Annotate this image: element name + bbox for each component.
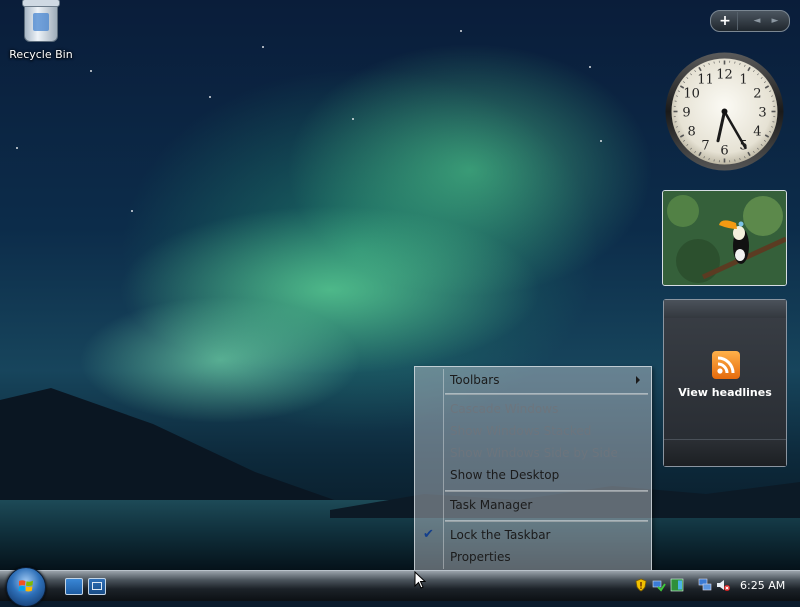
menu-item-label: Lock the Taskbar	[450, 528, 551, 542]
star	[600, 140, 602, 142]
clock-numeral: 3	[758, 106, 766, 121]
menu-item-label: Cascade Windows	[450, 402, 558, 416]
view-headlines-link[interactable]: View headlines	[664, 386, 786, 399]
taskbar[interactable]: 6:25 AM	[0, 570, 800, 601]
bin-lid	[22, 0, 60, 7]
menu-item-show-the-desktop[interactable]: Show the Desktop	[450, 465, 559, 485]
feed-footer-bar	[664, 439, 786, 466]
network-icon[interactable]	[652, 578, 666, 592]
menu-item-show-windows-side-by-side[interactable]: Show Windows Side by Side	[450, 443, 618, 463]
volume-muted-icon[interactable]	[716, 578, 730, 592]
menu-item-label: Show Windows Stacked	[450, 424, 591, 438]
recycle-bin-icon	[24, 2, 58, 42]
sidebar-icon[interactable]	[670, 578, 684, 592]
menu-separator	[445, 490, 648, 492]
toucan-photo	[663, 191, 786, 285]
clock-numeral: 4	[753, 125, 761, 140]
menu-item-task-manager[interactable]: Task Manager	[450, 495, 532, 515]
menu-item-label: Properties	[450, 550, 511, 564]
clock-numeral: 12	[716, 68, 733, 83]
star	[589, 66, 591, 68]
clock-numeral: 8	[687, 125, 695, 140]
clock-numeral: 9	[682, 106, 690, 121]
checkmark-icon: ✔	[423, 527, 434, 542]
clock-numeral: 11	[697, 73, 714, 88]
previous-page-icon[interactable]: ◄	[749, 13, 765, 29]
feed-header-bar	[664, 300, 786, 318]
clock-numeral: 6	[720, 144, 728, 159]
clock-numeral: 1	[739, 73, 747, 88]
rss-icon	[712, 351, 740, 379]
menu-item-label: Show Windows Side by Side	[450, 446, 618, 460]
feed-headlines-gadget[interactable]: View headlines	[663, 299, 787, 467]
mountain-silhouette	[0, 388, 340, 508]
star	[460, 30, 462, 32]
clock-numeral: 7	[701, 138, 709, 153]
clock-center	[722, 109, 728, 115]
show-desktop-icon[interactable]	[65, 578, 83, 595]
network-connection-icon[interactable]	[698, 578, 712, 592]
menu-item-lock-the-taskbar[interactable]: Lock the Taskbar	[450, 525, 551, 545]
clock-numeral: 10	[683, 87, 700, 102]
desktop-icon-label: Recycle Bin	[8, 48, 74, 61]
notification-area: 6:25 AM	[630, 573, 800, 599]
clock-gadget[interactable]: 121234567891011	[664, 51, 785, 172]
submenu-arrow-icon	[636, 376, 640, 384]
menu-separator	[445, 520, 648, 522]
menu-item-show-windows-stacked[interactable]: Show Windows Stacked	[450, 421, 591, 441]
star	[209, 96, 211, 98]
switch-windows-icon[interactable]	[88, 578, 106, 595]
star	[352, 118, 354, 120]
desktop-icon-recycle-bin[interactable]: Recycle Bin	[8, 2, 74, 61]
add-gadget-button[interactable]: +	[713, 12, 738, 30]
menu-item-label: Task Manager	[450, 498, 532, 512]
menu-item-toolbars[interactable]: Toolbars	[450, 370, 650, 390]
slideshow-gadget[interactable]	[662, 190, 787, 286]
star	[90, 70, 92, 72]
star	[16, 147, 18, 149]
clock-numeral: 2	[753, 87, 761, 102]
menu-separator	[445, 393, 648, 395]
menu-item-label: Toolbars	[450, 373, 499, 387]
menu-icon-gutter	[443, 369, 444, 569]
security-alert-icon[interactable]	[634, 578, 648, 592]
menu-item-cascade-windows[interactable]: Cascade Windows	[450, 399, 558, 419]
mouse-pointer-icon	[414, 571, 426, 589]
taskbar-context-menu: Toolbars Cascade Windows Show Windows St…	[414, 366, 652, 570]
desktop[interactable]: Recycle Bin + ◄ ► 12	[0, 0, 800, 570]
windows-logo-icon	[18, 578, 34, 594]
next-page-icon[interactable]: ►	[767, 13, 783, 29]
menu-item-properties[interactable]: Properties	[450, 547, 511, 567]
menu-item-label: Show the Desktop	[450, 468, 559, 482]
clock-face: 121234567891011	[664, 51, 785, 172]
taskbar-clock[interactable]: 6:25 AM	[740, 578, 785, 594]
start-button[interactable]	[6, 567, 46, 607]
star	[262, 46, 264, 48]
sidebar-controls: + ◄ ►	[710, 10, 790, 32]
bin-contents	[33, 13, 49, 31]
star	[131, 210, 133, 212]
